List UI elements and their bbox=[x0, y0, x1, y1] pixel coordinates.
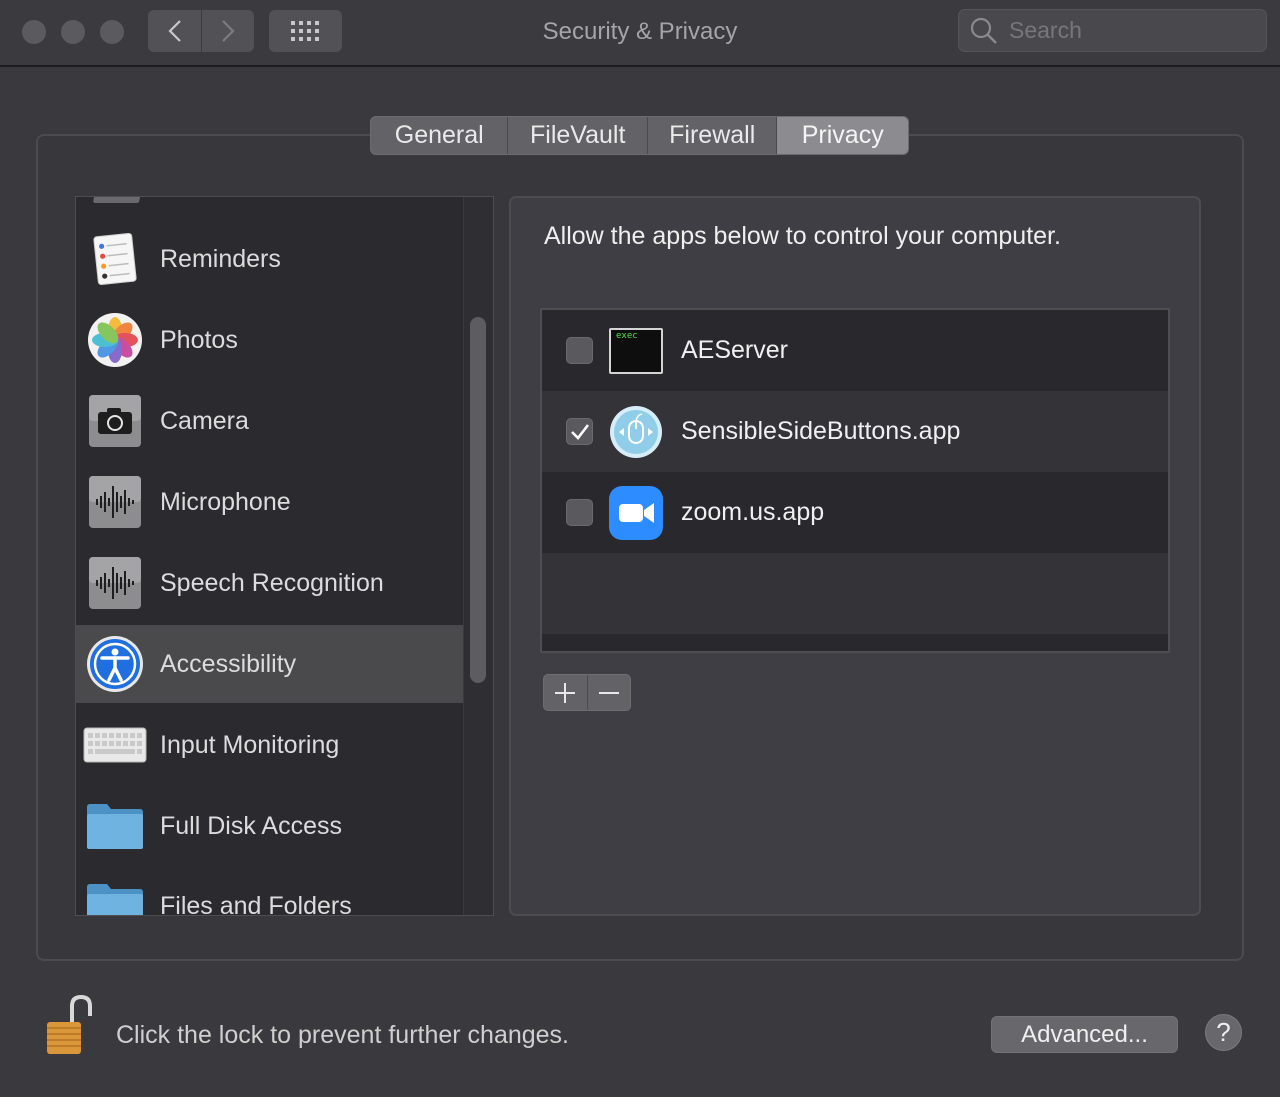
unlocked-padlock-icon bbox=[47, 994, 92, 1054]
pane-description: Allow the apps below to control your com… bbox=[544, 222, 1061, 250]
app-label: AEServer bbox=[681, 336, 788, 364]
camera-icon bbox=[85, 391, 145, 451]
lock-status-text: Click the lock to prevent further change… bbox=[116, 1021, 570, 1049]
terminal-exec-label: exec bbox=[616, 330, 638, 341]
title-bar: Security & Privacy bbox=[0, 0, 1280, 67]
minus-icon bbox=[598, 691, 619, 694]
add-remove-controls bbox=[543, 674, 631, 711]
photos-icon bbox=[85, 310, 145, 370]
app-label: SensibleSideButtons.app bbox=[681, 417, 961, 445]
app-checkbox-checked[interactable] bbox=[566, 418, 593, 445]
sidebar-item-label: Speech Recognition bbox=[160, 568, 384, 597]
privacy-category-list[interactable]: Reminders Photos Camera Microphone Speec… bbox=[75, 196, 494, 916]
list-scrollbar-thumb[interactable] bbox=[470, 317, 486, 683]
mouse-app-icon bbox=[609, 405, 663, 459]
sidebar-item-camera[interactable]: Camera bbox=[76, 382, 464, 460]
microphone-icon bbox=[85, 472, 145, 532]
checkmark-icon bbox=[570, 423, 589, 440]
sidebar-item-full-disk-access[interactable]: Full Disk Access bbox=[76, 787, 464, 865]
sidebar-item-label: Microphone bbox=[160, 487, 291, 516]
close-window-button[interactable] bbox=[22, 20, 46, 44]
sidebar-item-input-monitoring[interactable]: Input Monitoring bbox=[76, 706, 464, 784]
speech-recognition-icon bbox=[85, 553, 145, 613]
app-checkbox[interactable] bbox=[566, 499, 593, 526]
partial-list-item-icon bbox=[92, 197, 142, 203]
search-input[interactable] bbox=[1007, 16, 1257, 45]
sidebar-item-reminders[interactable]: Reminders bbox=[76, 220, 464, 298]
add-app-button[interactable] bbox=[544, 675, 587, 710]
tab-general[interactable]: General bbox=[371, 117, 509, 154]
tab-filevault[interactable]: FileVault bbox=[508, 117, 648, 154]
zoom-camera-icon bbox=[609, 485, 663, 540]
tab-privacy[interactable]: Privacy bbox=[777, 117, 908, 154]
reminders-icon bbox=[85, 229, 145, 289]
search-icon bbox=[970, 17, 997, 44]
advanced-button[interactable]: Advanced... bbox=[991, 1016, 1178, 1053]
sidebar-item-label: Full Disk Access bbox=[160, 811, 342, 840]
forward-button[interactable] bbox=[201, 10, 254, 52]
app-row-sensiblesidebuttons[interactable]: SensibleSideButtons.app bbox=[542, 391, 1168, 472]
help-button[interactable]: ? bbox=[1205, 1014, 1242, 1051]
zoom-window-button[interactable] bbox=[100, 20, 124, 44]
accessibility-icon bbox=[85, 634, 145, 694]
plus-icon bbox=[555, 682, 576, 703]
remove-app-button[interactable] bbox=[586, 675, 630, 710]
sidebar-item-label: Camera bbox=[160, 406, 249, 435]
grid-icon bbox=[290, 21, 319, 41]
minimize-window-button[interactable] bbox=[61, 20, 85, 44]
sidebar-item-photos[interactable]: Photos bbox=[76, 301, 464, 379]
back-forward-group bbox=[148, 10, 254, 52]
chevron-left-icon bbox=[167, 20, 181, 42]
app-row-zoom[interactable]: zoom.us.app bbox=[542, 472, 1168, 553]
terminal-exec-icon: exec bbox=[609, 324, 663, 378]
app-checkbox[interactable] bbox=[566, 337, 593, 364]
folder-icon bbox=[85, 876, 145, 915]
lock-button[interactable] bbox=[44, 994, 94, 1056]
folder-icon bbox=[85, 796, 145, 856]
keyboard-icon bbox=[82, 715, 148, 775]
chevron-right-icon bbox=[222, 20, 235, 42]
show-all-button[interactable] bbox=[269, 10, 342, 52]
sidebar-item-label: Files and Folders bbox=[160, 891, 352, 916]
back-button[interactable] bbox=[148, 10, 201, 52]
app-row-aeserver[interactable]: exec AEServer bbox=[542, 310, 1168, 391]
sidebar-item-label: Reminders bbox=[160, 244, 281, 273]
sidebar-item-files-and-folders[interactable]: Files and Folders bbox=[76, 867, 464, 916]
tab-bar: General FileVault Firewall Privacy bbox=[370, 116, 909, 155]
sidebar-item-accessibility[interactable]: Accessibility bbox=[76, 625, 464, 703]
sidebar-item-label: Accessibility bbox=[160, 649, 297, 678]
app-label: zoom.us.app bbox=[681, 498, 825, 526]
app-list[interactable]: exec AEServer SensibleSideButtons.app zo… bbox=[540, 308, 1170, 653]
sidebar-item-label: Input Monitoring bbox=[160, 730, 340, 759]
tab-firewall[interactable]: Firewall bbox=[648, 117, 778, 154]
app-row-empty bbox=[542, 553, 1168, 634]
search-field[interactable] bbox=[958, 9, 1267, 52]
sidebar-item-microphone[interactable]: Microphone bbox=[76, 463, 464, 541]
sidebar-item-speech-recognition[interactable]: Speech Recognition bbox=[76, 544, 464, 622]
sidebar-item-label: Photos bbox=[160, 325, 238, 354]
